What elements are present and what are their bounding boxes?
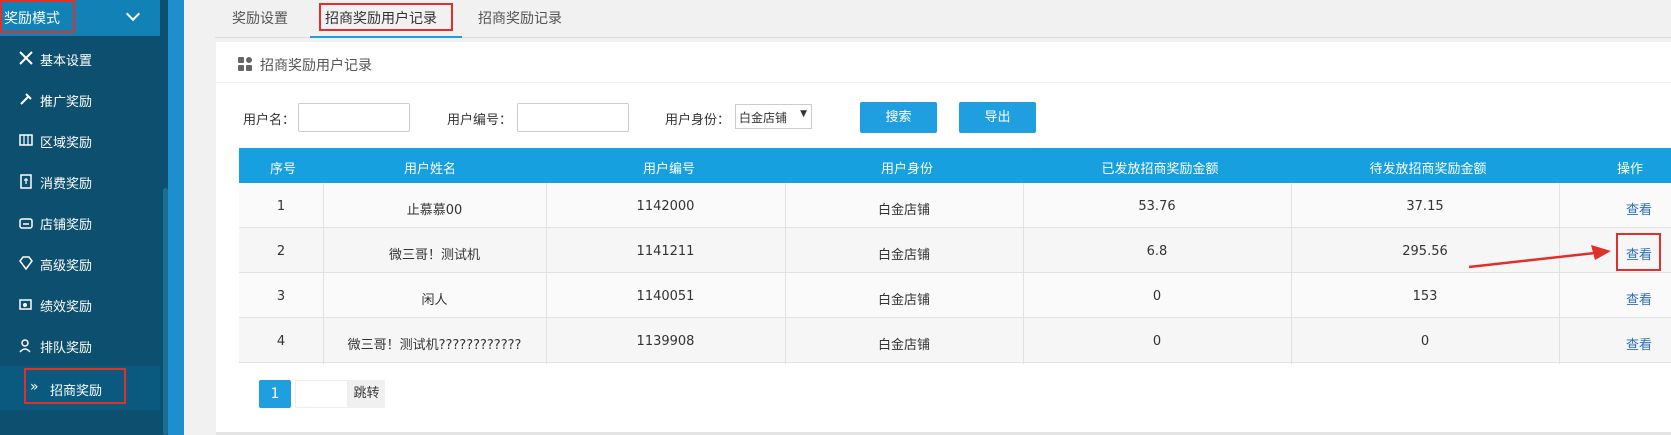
identity-select[interactable]: 白金店铺 ▼ [735, 104, 812, 129]
username-label: 用户名： [243, 113, 296, 128]
cell-name: 微三哥！测试机???????????? [347, 338, 522, 353]
sidebar-item-advanced-reward[interactable]: 高级奖励 [0, 241, 160, 285]
diamond-icon [19, 256, 33, 271]
cell-issued: 0 [1152, 334, 1162, 349]
pagination-page-input[interactable] [295, 380, 348, 408]
cell-seq: 2 [276, 244, 286, 259]
pagination-current-page[interactable]: 1 [259, 380, 291, 408]
grid-icon [238, 57, 252, 71]
annotation-highlight-box [319, 3, 453, 31]
sidebar-item-basic-settings[interactable]: 基本设置 [0, 36, 160, 80]
column-header-identity: 用户身份 [880, 162, 933, 177]
tools-icon [19, 51, 33, 65]
sidebar-item-label: 高级奖励 [40, 259, 93, 274]
panel-title: 招商奖励用户记录 [260, 58, 372, 74]
identity-label: 用户身份： [665, 113, 731, 128]
cell-seq: 3 [276, 289, 286, 304]
cell-identity: 白金店铺 [877, 248, 930, 263]
shop-icon [19, 218, 33, 229]
cell-name: 闲人 [421, 293, 448, 308]
active-tab-indicator [310, 36, 462, 38]
cell-name: 微三哥！测试机 [388, 248, 480, 263]
cell-userno: 1139908 [636, 334, 695, 349]
cell-userno: 1142000 [636, 199, 695, 214]
cell-seq: 1 [276, 199, 286, 214]
cell-issued: 0 [1152, 289, 1162, 304]
view-link[interactable]: 查看 [1626, 199, 1652, 218]
column-header-userno: 用户编号 [642, 162, 695, 177]
column-header-name: 用户姓名 [403, 162, 456, 177]
sidebar-item-performance-reward[interactable]: 绩效奖励 [0, 282, 160, 326]
sidebar-item-label: 排队奖励 [40, 341, 93, 356]
username-input[interactable] [298, 103, 410, 132]
annotation-highlight-box [1616, 233, 1661, 271]
view-link[interactable]: 查看 [1626, 334, 1652, 353]
column-header-seq: 序号 [269, 162, 296, 177]
identity-selected-value: 白金店铺 [739, 111, 788, 125]
cell-pending: 37.15 [1406, 199, 1444, 214]
tab-reward-settings[interactable]: 奖励设置 [232, 8, 288, 28]
column-divider [1559, 183, 1560, 364]
sidebar-item-label: 区域奖励 [40, 136, 93, 151]
sidebar-item-queue-reward[interactable]: 排队奖励 [0, 323, 160, 367]
cell-issued: 6.8 [1146, 244, 1168, 259]
sidebar-item-label: 推广奖励 [40, 95, 93, 110]
tab-merchant-reward-records[interactable]: 招商奖励记录 [478, 8, 562, 28]
sidebar-item-label: 绩效奖励 [40, 300, 93, 315]
cell-identity: 白金店铺 [877, 338, 930, 353]
pagination-jump-button[interactable]: 跳转 [348, 380, 385, 408]
annotation-highlight-box [24, 368, 126, 404]
export-button[interactable]: 导出 [959, 102, 1036, 133]
userno-input[interactable] [517, 103, 629, 132]
sidebar-item-label: 店铺奖励 [40, 218, 93, 233]
sidebar-item-region-reward[interactable]: 区域奖励 [0, 118, 160, 162]
sidebar-item-label: 消费奖励 [40, 177, 93, 192]
sidebar-item-label: 基本设置 [40, 54, 93, 69]
dropdown-arrow-icon: ▼ [800, 109, 807, 119]
sidebar-item-promotion-reward[interactable]: 推广奖励 [0, 77, 160, 121]
annotation-arrow [1468, 245, 1611, 269]
cell-issued: 53.76 [1138, 199, 1176, 214]
panel-divider [216, 82, 1671, 83]
column-header-action: 操作 [1616, 162, 1643, 177]
cell-userno: 1141211 [636, 244, 695, 259]
annotation-highlight-box [0, 0, 75, 33]
users-icon [19, 339, 31, 353]
cell-pending: 153 [1412, 289, 1438, 304]
cell-userno: 1140051 [636, 289, 695, 304]
column-header-pending: 待发放招商奖励金额 [1369, 162, 1487, 177]
clipboard-icon [20, 174, 32, 189]
performance-icon [19, 299, 32, 310]
map-icon [19, 134, 33, 146]
sidebar-group-header[interactable]: 奖励模式 [0, 0, 168, 36]
cell-pending: 0 [1420, 334, 1430, 349]
sidebar-item-shop-reward[interactable]: 店铺奖励 [0, 200, 160, 244]
chevron-down-icon [125, 6, 141, 22]
cell-seq: 4 [276, 334, 286, 349]
view-link[interactable]: 查看 [1626, 289, 1652, 308]
cell-name: 止慕慕00 [406, 203, 463, 218]
cell-identity: 白金店铺 [877, 293, 930, 308]
userno-label: 用户编号： [447, 113, 513, 128]
cell-identity: 白金店铺 [877, 203, 930, 218]
column-header-issued: 已发放招商奖励金额 [1101, 162, 1219, 177]
sidebar-item-merchant-reward[interactable]: » 招商奖励 [0, 366, 160, 410]
sidebar-divider [168, 0, 184, 435]
sidebar-item-consumption-reward[interactable]: 消费奖励 [0, 159, 160, 203]
hammer-icon [20, 93, 32, 105]
search-button[interactable]: 搜索 [860, 102, 937, 133]
